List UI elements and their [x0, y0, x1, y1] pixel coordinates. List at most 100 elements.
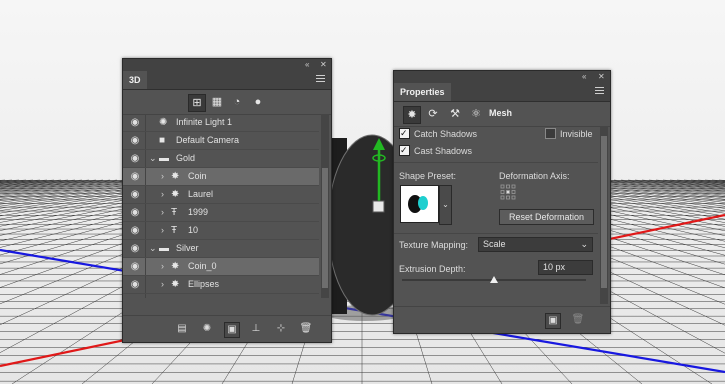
render-icon[interactable]: ▣: [224, 322, 240, 338]
trash-icon[interactable]: 🗑: [299, 322, 313, 336]
panel-3d-titlebar[interactable]: « ✕: [123, 59, 331, 71]
deform-icon[interactable]: ⟳: [425, 106, 441, 122]
reset-deformation-button[interactable]: Reset Deformation: [499, 209, 594, 225]
expand-caret-icon[interactable]: ›: [161, 186, 164, 203]
scene-icon[interactable]: ⊞: [188, 94, 206, 112]
trash-icon[interactable]: 🗑: [571, 313, 585, 327]
texture-mapping-select[interactable]: Scale ⌄: [478, 237, 593, 252]
layer-row[interactable]: ◉ › ✸ Ellipses: [123, 276, 319, 294]
collapse-icon[interactable]: «: [582, 71, 586, 83]
visibility-eye-icon[interactable]: ◉: [128, 132, 142, 149]
tab-properties[interactable]: Properties: [394, 83, 451, 101]
expand-caret-icon[interactable]: ›: [161, 276, 164, 293]
properties-scrollbar[interactable]: [600, 126, 608, 304]
properties-mode-bar: ✸ ⟳ ⚒ ⚛ Mesh: [394, 102, 610, 127]
extrusion-depth-field[interactable]: 10 px: [538, 260, 593, 275]
panel-properties: « ✕ Properties ✸ ⟳ ⚒ ⚛ Mesh Catch Shadow…: [393, 70, 611, 334]
layer-name: 1999: [188, 207, 209, 217]
sun-icon: ✺: [159, 117, 168, 128]
light-icon[interactable]: ●: [250, 94, 266, 110]
render-icon[interactable]: ▣: [545, 313, 561, 329]
visibility-eye-icon[interactable]: ◉: [128, 258, 142, 275]
layer-name: awesome 3D coins text effect: [188, 294, 305, 298]
extrusion-depth-slider-thumb[interactable]: [490, 276, 498, 283]
checkbox-icon[interactable]: [545, 128, 556, 139]
visibility-eye-icon[interactable]: ◉: [128, 276, 142, 293]
layer-name: 10: [188, 225, 199, 235]
viewport-3d-scene[interactable]: [0, 0, 725, 384]
checkbox-icon[interactable]: [399, 144, 410, 156]
panel-properties-titlebar[interactable]: « ✕: [394, 71, 610, 83]
visibility-eye-icon[interactable]: ◉: [128, 294, 142, 298]
panel-3d-toolbar: ⊞ ▦ ◔ ●: [123, 90, 331, 115]
shape-preset-dropdown-button[interactable]: ⌄: [439, 185, 452, 225]
layer-row[interactable]: ◉ › ✸ Coin_0: [123, 258, 319, 276]
text-mesh-icon: Ŧ: [171, 207, 178, 218]
expand-caret-icon[interactable]: ›: [161, 294, 164, 298]
mesh-icon[interactable]: ▦: [209, 94, 225, 110]
tab-3d[interactable]: 3D: [123, 71, 147, 89]
layer-row[interactable]: ◉ ⌄ ▬ Silver: [123, 240, 319, 258]
layer-row[interactable]: ◉ ⌄ ▬ Gold: [123, 150, 319, 168]
chevron-down-icon: ⌄: [580, 239, 588, 249]
catch-shadows-checkbox[interactable]: Catch Shadows: [399, 127, 477, 139]
text-mesh-icon: Ŧ: [171, 225, 178, 236]
layer-row[interactable]: ◉ › Ŧawesome 3D coins text effect: [123, 294, 319, 298]
folder-icon: ▬: [159, 153, 169, 164]
expand-caret-icon[interactable]: ›: [161, 168, 164, 185]
light-bulb-icon[interactable]: ✺: [200, 322, 214, 336]
close-icon[interactable]: ✕: [320, 59, 327, 71]
add-light-icon[interactable]: ⊥: [249, 322, 263, 336]
layer-name: Gold: [176, 153, 196, 163]
layer-name: Laurel: [188, 189, 214, 199]
expand-caret-icon[interactable]: ›: [161, 204, 164, 221]
panel-3d: « ✕ 3D ⊞ ▦ ◔ ● ◉ ✺ Infinite Light 1 ◉ ■ Defau…: [122, 58, 332, 343]
layer-row[interactable]: ◉ › ✸ Laurel: [123, 186, 319, 204]
checkbox-icon[interactable]: [399, 127, 410, 139]
layer-row[interactable]: ◉ › Ŧ 1999: [123, 204, 319, 222]
mode-label: Mesh: [489, 108, 513, 118]
visibility-eye-icon[interactable]: ◉: [128, 186, 142, 203]
texture-mapping-label: Texture Mapping:: [399, 240, 469, 250]
layer-name: Silver: [176, 243, 199, 253]
cast-shadows-checkbox[interactable]: Cast Shadows: [399, 144, 472, 156]
expand-caret-icon[interactable]: ›: [161, 258, 164, 275]
visibility-eye-icon[interactable]: ◉: [128, 168, 142, 185]
add-object-icon[interactable]: ⊹: [274, 322, 288, 336]
panel-menu-icon[interactable]: [595, 87, 604, 96]
visibility-eye-icon[interactable]: ◉: [128, 204, 142, 221]
layer-row[interactable]: ◉ › ✸ Coin: [123, 168, 319, 186]
expand-caret-icon[interactable]: ⌄: [149, 150, 157, 167]
collapse-icon[interactable]: «: [305, 59, 309, 71]
extrusion-depth-label: Extrusion Depth:: [399, 264, 466, 274]
cap-icon[interactable]: ⚒: [447, 106, 463, 122]
panel-3d-bottom-bar: ▤ ✺ ▣ ⊥ ⊹ 🗑: [123, 315, 331, 342]
visibility-eye-icon[interactable]: ◉: [128, 222, 142, 239]
layer-name: Default Camera: [176, 135, 240, 145]
shape-preset-thumbnail[interactable]: [400, 185, 439, 223]
expand-caret-icon[interactable]: ›: [161, 222, 164, 239]
panel-menu-icon[interactable]: [316, 75, 325, 84]
coordinates-icon[interactable]: ⚛: [468, 106, 484, 122]
camera-icon: ■: [159, 135, 166, 146]
deformation-axis-grid-icon[interactable]: [500, 184, 516, 200]
shape-preset-label: Shape Preset:: [399, 171, 457, 181]
material-icon[interactable]: ◔: [229, 94, 245, 110]
layer-row[interactable]: ◉ ■ Default Camera: [123, 132, 319, 150]
layer-row[interactable]: ◉ ✺ Infinite Light 1: [123, 114, 319, 132]
invisible-checkbox[interactable]: Invisible: [545, 128, 593, 139]
visibility-eye-icon[interactable]: ◉: [128, 240, 142, 257]
filter-icon[interactable]: ▤: [175, 322, 189, 336]
mesh-icon: ✸: [171, 189, 180, 200]
properties-bottom-bar: ▣ 🗑: [394, 306, 610, 333]
layer-scrollbar[interactable]: [321, 114, 329, 298]
visibility-eye-icon[interactable]: ◉: [128, 114, 142, 131]
folder-icon: ▬: [159, 243, 169, 254]
layer-list: ◉ ✺ Infinite Light 1 ◉ ■ Default Camera ◉ ⌄ ▬ Gol…: [123, 114, 319, 298]
mesh-icon: ✸: [171, 261, 180, 272]
layer-row[interactable]: ◉ › Ŧ 10: [123, 222, 319, 240]
visibility-eye-icon[interactable]: ◉: [128, 150, 142, 167]
close-icon[interactable]: ✕: [598, 71, 605, 83]
mesh-mode-icon[interactable]: ✸: [403, 106, 421, 124]
expand-caret-icon[interactable]: ⌄: [149, 240, 157, 257]
